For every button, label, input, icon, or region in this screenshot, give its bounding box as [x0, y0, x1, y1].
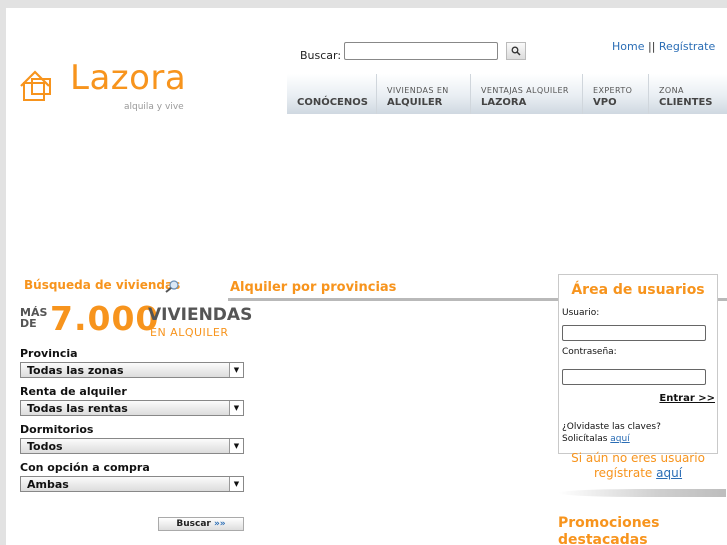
search-panel-title: Búsqueda de viviendas — [24, 278, 181, 292]
search-label: Buscar: — [300, 49, 342, 62]
nav-item-viviendas-alquiler[interactable]: VIVIENDAS EN ALQUILER — [377, 74, 471, 114]
buscar-button-label: Buscar — [176, 519, 211, 529]
nav-item-label: CLIENTES — [659, 97, 713, 108]
top-links-separator: || — [647, 40, 656, 53]
password-label: Contraseña: — [562, 347, 617, 357]
forgot-link[interactable]: aquí — [610, 434, 629, 444]
nav-item-small-label: EXPERTO — [593, 86, 633, 95]
nav-item-label: VPO — [593, 97, 617, 108]
home-link[interactable]: Home — [612, 40, 644, 53]
nav-item-small-label: ZONA — [659, 86, 684, 95]
register-here-link[interactable]: aquí — [656, 466, 682, 480]
page: Lazora alquila y vive Buscar: Home || Re… — [6, 8, 727, 545]
dormitorios-select[interactable]: Todos ▼ — [20, 438, 244, 454]
search-icon — [511, 46, 521, 56]
nav-item-experto-vpo[interactable]: EXPERTO VPO — [583, 74, 649, 114]
logo-tagline: alquila y vive — [124, 102, 184, 112]
forgot-text: ¿Olvidaste las claves? — [562, 422, 661, 432]
renta-value: Todas las rentas — [27, 402, 128, 415]
register-line2: regístrate — [593, 466, 653, 480]
section-divider — [558, 489, 726, 497]
main-nav: CONÓCENOS VIVIENDAS EN ALQUILER VENTAJAS… — [287, 74, 727, 114]
forgot-request-text: Solicítalas — [562, 434, 608, 444]
promo-number: 7.000 — [50, 299, 160, 338]
nav-item-ventajas-lazora[interactable]: VENTAJAS ALQUILER LAZORA — [471, 74, 583, 114]
nav-item-small-label: VIVIENDAS EN — [387, 86, 449, 95]
renta-label: Renta de alquiler — [20, 385, 127, 398]
provincia-value: Todas las zonas — [27, 364, 124, 377]
nav-item-zona-clientes[interactable]: ZONA CLIENTES — [649, 74, 727, 114]
dormitorios-value: Todos — [27, 440, 63, 453]
opcion-compra-label: Con opción a compra — [20, 461, 150, 474]
register-link[interactable]: Regístrate — [659, 40, 715, 53]
promo-viviendas: VIVIENDAS — [148, 305, 253, 325]
renta-select[interactable]: Todas las rentas ▼ — [20, 400, 244, 416]
dormitorios-label: Dormitorios — [20, 423, 94, 436]
promotions-title: Promociones destacadas — [558, 515, 660, 545]
main-title: Alquiler por provincias — [230, 280, 397, 295]
top-links: Home || Regístrate — [612, 40, 715, 53]
nav-item-label: ALQUILER — [387, 97, 443, 108]
nav-item-conocenos[interactable]: CONÓCENOS — [287, 74, 377, 114]
buscar-arrows-icon: »» — [213, 519, 226, 529]
search-input[interactable] — [344, 42, 498, 60]
logo-text: Lazora — [70, 58, 187, 98]
promo-en-alquiler: EN ALQUILER — [150, 326, 229, 339]
nav-item-small-label: VENTAJAS ALQUILER — [481, 86, 569, 95]
user-area-title: Área de usuarios — [571, 282, 705, 298]
username-input[interactable] — [562, 325, 706, 341]
buscar-button[interactable]: Buscar »» — [158, 517, 244, 531]
user-area-box: Área de usuarios Usuario: Contraseña: En… — [558, 274, 718, 454]
dropdown-arrow-icon: ▼ — [229, 363, 243, 377]
opcion-compra-value: Ambas — [27, 478, 69, 491]
forgot-credentials: ¿Olvidaste las claves? Solicítalas aquí — [562, 421, 661, 445]
dropdown-arrow-icon: ▼ — [229, 401, 243, 415]
magnifier-icon[interactable] — [164, 279, 180, 293]
provincia-select[interactable]: Todas las zonas ▼ — [20, 362, 244, 378]
nav-item-label: LAZORA — [481, 97, 527, 108]
register-prompt: Si aún no eres usuario regístrate aquí — [558, 451, 718, 481]
dropdown-arrow-icon: ▼ — [229, 439, 243, 453]
opcion-compra-select[interactable]: Ambas ▼ — [20, 476, 244, 492]
username-label: Usuario: — [562, 308, 600, 318]
login-button[interactable]: Entrar >> — [659, 393, 715, 404]
password-input[interactable] — [562, 369, 706, 385]
register-line1: Si aún no eres usuario — [571, 451, 705, 465]
provincia-label: Provincia — [20, 347, 78, 360]
promo-de-text: DE — [20, 317, 37, 330]
house-logo-icon — [20, 70, 51, 101]
search-button[interactable] — [506, 42, 526, 60]
promo-mas: MÁS DE — [20, 307, 47, 329]
nav-item-label: CONÓCENOS — [297, 97, 368, 108]
dropdown-arrow-icon: ▼ — [229, 477, 243, 491]
